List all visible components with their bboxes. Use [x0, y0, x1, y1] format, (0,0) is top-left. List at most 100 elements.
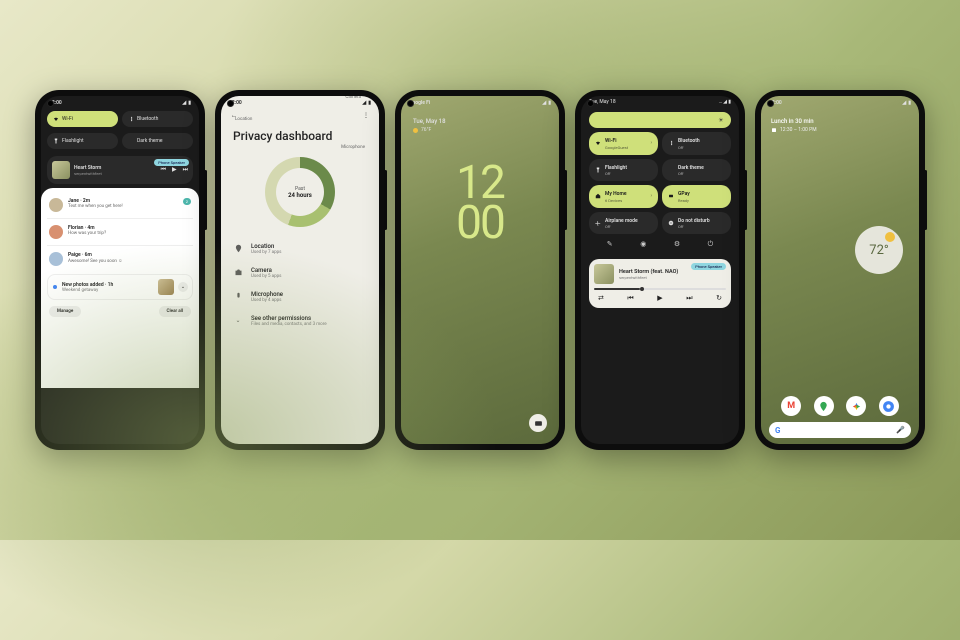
- dark-theme-icon: [668, 167, 674, 173]
- qs-dnd-tile[interactable]: Do not disturbOff: [662, 212, 731, 235]
- qs-wifi-tile[interactable]: Wi-Fi: [47, 111, 118, 127]
- qs-wifi-tile[interactable]: Wi-FiGoogleGuest ›: [589, 132, 658, 155]
- app-dock: M: [761, 396, 919, 416]
- status-bar: Google Fi ◢▮: [401, 96, 559, 108]
- conversation-item[interactable]: Paige · 6m Awesome! See you soon ☺: [47, 248, 193, 270]
- phone-privacy-dashboard: 12:00 ◢▮ ← ⋮ Privacy dashboard Past24 ho…: [215, 90, 385, 450]
- progress-bar[interactable]: [594, 288, 726, 290]
- conversation-item[interactable]: Florian · 4m How was your trip?: [47, 221, 193, 243]
- search-bar[interactable]: G 🎤: [769, 422, 911, 438]
- chrome-app-icon[interactable]: [879, 396, 899, 416]
- phone-side-button: [204, 170, 207, 230]
- play-icon[interactable]: ▶: [172, 166, 177, 174]
- power-icon[interactable]: ⏻: [708, 240, 714, 249]
- message-preview: Text me when you get here!: [68, 204, 123, 209]
- edit-icon[interactable]: ✎: [607, 240, 613, 249]
- output-device-pill[interactable]: Phone Speaker: [154, 159, 189, 166]
- bluetooth-icon: [668, 140, 674, 146]
- message-preview: How was your trip?: [68, 231, 106, 236]
- photos-icon: [52, 284, 58, 290]
- maps-app-icon[interactable]: [814, 396, 834, 416]
- permission-row-camera[interactable]: CameraUsed by 5 apps: [231, 261, 369, 285]
- front-camera: [48, 101, 53, 106]
- status-icons: … ◢ ▮: [719, 99, 731, 105]
- phone-side-button: [924, 170, 927, 230]
- at-a-glance-title[interactable]: Lunch in 30 min: [761, 108, 919, 127]
- lock-date: Tue, May 18: [401, 108, 559, 127]
- track-title: Heart Storm (feat. NAO): [619, 269, 678, 275]
- gmail-app-icon[interactable]: M: [781, 396, 801, 416]
- brightness-slider[interactable]: ☀: [589, 112, 731, 128]
- phone-lock-screen: Google Fi ◢▮ Tue, May 18 76°F 12 00: [395, 90, 565, 450]
- qs-dark-label: Dark theme: [137, 138, 163, 144]
- permission-row-location[interactable]: LocationUsed by 7 apps: [231, 237, 369, 261]
- at-a-glance-sub: 12:30 – 1:00 PM: [761, 127, 919, 133]
- front-camera: [588, 101, 593, 106]
- microphone-icon: [233, 291, 243, 301]
- qs-flash-label: Flashlight: [62, 138, 84, 144]
- output-device-pill[interactable]: Phone Speaker: [691, 263, 726, 270]
- expand-icon[interactable]: ⌄: [178, 282, 188, 292]
- qs-gpay-tile[interactable]: GPayReady: [662, 185, 731, 208]
- photos-title: New photos added: [62, 282, 104, 288]
- bluetooth-icon: [128, 116, 134, 122]
- wallet-icon: [534, 419, 543, 428]
- photos-notification[interactable]: New photos added · 1h Weekend getaway ⌄: [47, 274, 193, 300]
- location-icon: [233, 243, 243, 253]
- qs-flashlight-tile[interactable]: Flashlight: [47, 133, 118, 149]
- qs-airplane-tile[interactable]: Airplane modeOff: [589, 212, 658, 235]
- photos-app-icon[interactable]: [846, 396, 866, 416]
- status-bar: Tue, May 18 … ◢ ▮: [581, 96, 739, 108]
- track-artist: serpentwithfeet: [619, 275, 678, 280]
- chevron-down-icon: ⌄: [233, 315, 243, 325]
- brightness-icon: ☀: [716, 115, 726, 125]
- photos-sub: Weekend getaway: [62, 288, 154, 293]
- user-icon[interactable]: ◉: [640, 240, 646, 249]
- wallet-fab[interactable]: [529, 414, 547, 432]
- weather-widget[interactable]: 72°: [855, 226, 903, 274]
- media-card[interactable]: Phone Speaker Heart Storm serpentwithfee…: [47, 156, 193, 184]
- qs-home-tile[interactable]: My Home6 Devices ›: [589, 185, 658, 208]
- track-artist: serpentwithfeet: [74, 171, 102, 176]
- next-icon[interactable]: ⏭: [686, 294, 692, 303]
- qs-flashlight-tile[interactable]: FlashlightOff: [589, 159, 658, 182]
- camera-icon: [233, 267, 243, 277]
- status-icons: ◢▮: [180, 100, 191, 106]
- flashlight-icon: [595, 167, 601, 173]
- mic-icon[interactable]: 🎤: [896, 426, 905, 434]
- prev-icon[interactable]: ⏮: [627, 294, 633, 303]
- conversation-item[interactable]: Jane · 2m Text me when you get here! 2: [47, 194, 193, 216]
- status-icons: ◢▮: [360, 100, 371, 106]
- weather-temp: 72°: [869, 243, 888, 258]
- qs-dark-theme-tile[interactable]: Dark theme: [122, 133, 193, 149]
- qs-wifi-label: Wi-Fi: [62, 116, 73, 122]
- avatar: [49, 225, 63, 239]
- wifi-icon: [595, 140, 601, 146]
- qs-bluetooth-tile[interactable]: BluetoothOff: [662, 132, 731, 155]
- chevron-right-icon[interactable]: ›: [650, 193, 652, 199]
- manage-button[interactable]: Manage: [49, 306, 81, 317]
- qs-bluetooth-tile[interactable]: Bluetooth: [122, 111, 193, 127]
- shuffle-icon[interactable]: ⇄: [598, 294, 604, 303]
- settings-icon[interactable]: ⚙: [674, 240, 680, 249]
- media-card[interactable]: Phone Speaker Heart Storm (feat. NAO) se…: [589, 259, 731, 308]
- gpay-icon: [668, 193, 674, 199]
- next-icon[interactable]: ⏭: [183, 166, 188, 174]
- qs-dark-theme-tile[interactable]: Dark themeOff: [662, 159, 731, 182]
- prev-icon[interactable]: ⏮: [161, 166, 166, 174]
- clear-all-button[interactable]: Clear all: [159, 306, 191, 317]
- repeat-icon[interactable]: ↻: [716, 294, 722, 303]
- qs-bt-label: Bluetooth: [137, 116, 158, 122]
- google-g-icon: G: [775, 426, 780, 435]
- permission-row-other[interactable]: ⌄ See other permissionsFiles and media, …: [231, 309, 369, 333]
- avatar: [49, 252, 63, 266]
- notification-shade: Jane · 2m Text me when you get here! 2 F…: [41, 188, 199, 388]
- permission-row-microphone[interactable]: MicrophoneUsed by 4 apps: [231, 285, 369, 309]
- play-icon[interactable]: ▶: [657, 294, 662, 303]
- overflow-icon[interactable]: ⋮: [363, 112, 369, 119]
- chart-label-location: Location: [235, 117, 252, 122]
- chevron-right-icon[interactable]: ›: [650, 140, 652, 146]
- dnd-icon: [668, 220, 674, 226]
- home-icon: [595, 193, 601, 199]
- phone-side-button: [564, 170, 567, 230]
